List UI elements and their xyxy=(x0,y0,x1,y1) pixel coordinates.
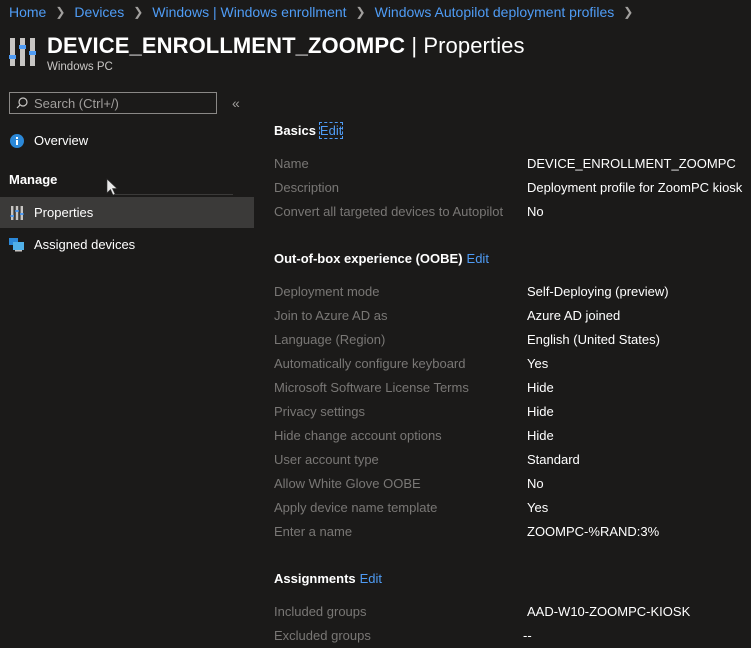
sidebar-item-label: Overview xyxy=(34,133,89,148)
field-label: User account type xyxy=(274,452,379,467)
page-title-suffix: | Properties xyxy=(405,33,525,58)
collapse-sidebar-icon[interactable]: « xyxy=(232,95,240,111)
field-value: Azure AD joined xyxy=(527,308,621,323)
field-value: Deployment profile for ZoomPC kiosk xyxy=(527,180,743,195)
search-icon xyxy=(16,97,28,109)
field-label: Enter a name xyxy=(274,524,353,539)
info-icon xyxy=(9,133,25,149)
field-value: Yes xyxy=(527,500,549,515)
field-label: Description xyxy=(274,180,340,195)
field-value: Hide xyxy=(527,380,554,395)
breadcrumb: Home ❯ Devices ❯ Windows | Windows enrol… xyxy=(9,4,642,20)
field-label: Deployment mode xyxy=(274,284,380,299)
devices-icon xyxy=(9,237,25,253)
breadcrumb-home[interactable]: Home xyxy=(9,4,46,20)
properties-icon xyxy=(9,38,36,66)
properties-icon xyxy=(9,205,25,221)
sidebar-item-overview[interactable]: Overview xyxy=(0,125,254,156)
field-value: English (United States) xyxy=(527,332,660,347)
field-label: Microsoft Software License Terms xyxy=(274,380,469,395)
field-value: Yes xyxy=(527,356,549,371)
field-label: Privacy settings xyxy=(274,404,366,419)
field-value: DEVICE_ENROLLMENT_ZOOMPC xyxy=(527,156,736,171)
sidebar-item-assigned-devices[interactable]: Assigned devices xyxy=(0,229,254,260)
breadcrumb-devices[interactable]: Devices xyxy=(74,4,124,20)
page-title: DEVICE_ENROLLMENT_ZOOMPC | Properties xyxy=(47,33,525,59)
field-label: Automatically configure keyboard xyxy=(274,356,466,371)
field-label: Included groups xyxy=(274,604,367,619)
edit-oobe-link[interactable]: Edit xyxy=(467,251,489,266)
breadcrumb-windows-enrollment[interactable]: Windows | Windows enrollment xyxy=(152,4,346,20)
field-label: Name xyxy=(274,156,309,171)
field-value: No xyxy=(527,204,544,219)
field-value: No xyxy=(527,476,544,491)
field-value: Hide xyxy=(527,428,554,443)
field-label: Allow White Glove OOBE xyxy=(274,476,421,491)
sidebar-group-manage: Manage xyxy=(9,172,58,187)
edit-assignments-link[interactable]: Edit xyxy=(360,571,382,586)
field-label: Join to Azure AD as xyxy=(274,308,388,323)
search-input[interactable]: Search (Ctrl+/) xyxy=(9,92,217,114)
divider xyxy=(113,194,233,195)
page-title-main: DEVICE_ENROLLMENT_ZOOMPC xyxy=(47,33,406,58)
mouse-cursor-icon xyxy=(106,178,118,196)
field-value: Standard xyxy=(527,452,580,467)
sidebar-item-label: Assigned devices xyxy=(34,237,136,252)
field-label: Convert all targeted devices to Autopilo… xyxy=(274,204,504,219)
field-value: -- xyxy=(523,628,532,643)
section-basics-title: Basics Edit xyxy=(274,122,344,139)
chevron-right-icon: ❯ xyxy=(133,5,144,19)
chevron-right-icon: ❯ xyxy=(623,5,634,19)
section-title-text: Basics xyxy=(274,123,316,138)
field-value: ZOOMPC-%RAND:3% xyxy=(527,524,660,539)
search-placeholder: Search (Ctrl+/) xyxy=(34,95,119,111)
sidebar-item-properties[interactable]: Properties xyxy=(0,197,254,228)
field-label: Excluded groups xyxy=(274,628,371,643)
section-oobe-title: Out-of-box experience (OOBE) Edit xyxy=(274,251,489,266)
page-subtitle: Windows PC xyxy=(47,61,113,73)
field-value: Hide xyxy=(527,404,554,419)
breadcrumb-autopilot-profiles[interactable]: Windows Autopilot deployment profiles xyxy=(375,4,615,20)
edit-basics-link[interactable]: Edit xyxy=(318,122,344,139)
section-title-text: Assignments xyxy=(274,571,356,586)
field-value: AAD-W10-ZOOMPC-KIOSK xyxy=(527,604,691,619)
chevron-right-icon: ❯ xyxy=(55,5,66,19)
sidebar-item-label: Properties xyxy=(34,205,94,220)
page-header: DEVICE_ENROLLMENT_ZOOMPC | Properties Wi… xyxy=(9,33,525,73)
field-value: Self-Deploying (preview) xyxy=(527,284,669,299)
field-label: Language (Region) xyxy=(274,332,386,347)
field-label: Apply device name template xyxy=(274,500,438,515)
field-label: Hide change account options xyxy=(274,428,442,443)
chevron-right-icon: ❯ xyxy=(355,5,366,19)
section-assignments-title: Assignments Edit xyxy=(274,571,382,586)
section-title-text: Out-of-box experience (OOBE) xyxy=(274,251,463,266)
